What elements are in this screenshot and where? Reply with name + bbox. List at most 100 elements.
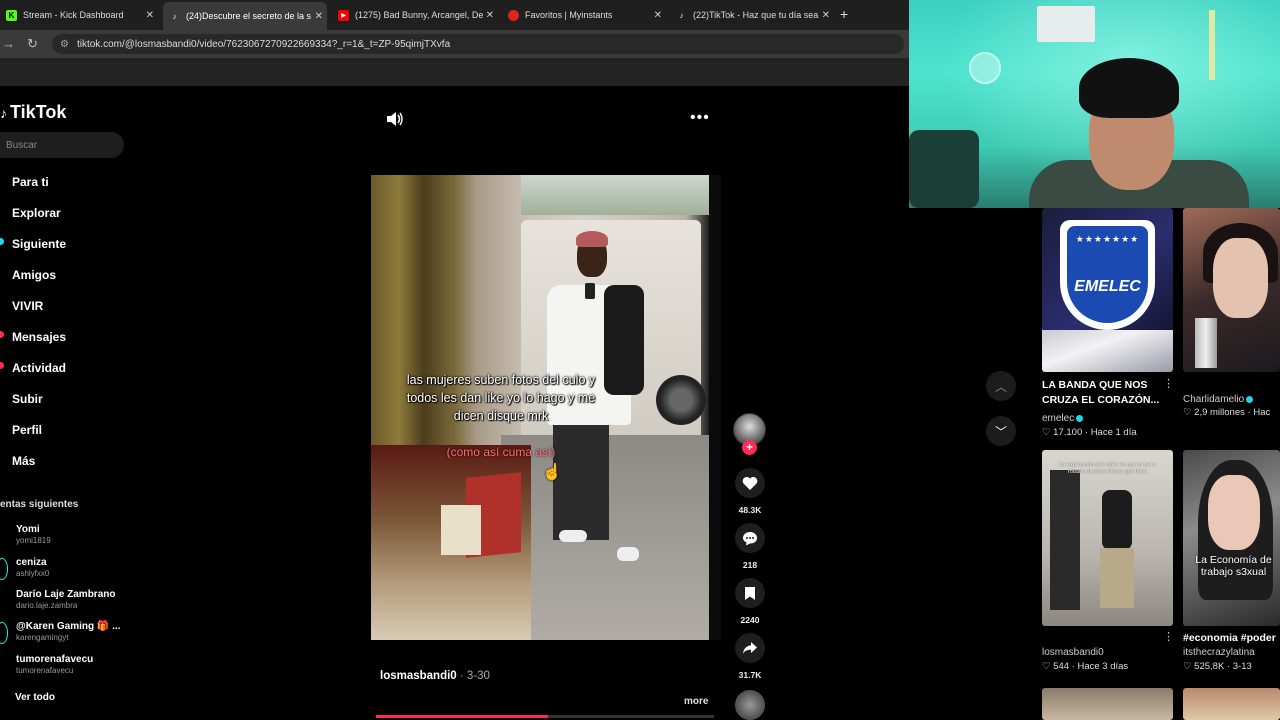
card-time: Hace 3 días [1077, 661, 1129, 672]
more-link[interactable]: more [684, 696, 708, 707]
sidebar-item-actividad[interactable]: Actividad [12, 361, 66, 375]
video-caption-highlight: (como así cuma así) [446, 445, 556, 459]
sidebar-item-siguiente[interactable]: Siguiente [12, 237, 66, 251]
video-author-name[interactable]: losmasbandi0 [380, 670, 457, 682]
sidebar-item-para-ti[interactable]: Para ti [12, 175, 49, 189]
save-count: 2240 [740, 615, 760, 625]
close-icon[interactable]: ✕ [486, 10, 494, 21]
webcam-wall-clock [969, 52, 1001, 84]
thumb-person [1102, 490, 1132, 550]
feed-card-author[interactable]: losmasbandi0 [1042, 647, 1104, 658]
follow-plus-button[interactable]: + [742, 440, 757, 455]
sound-avatar[interactable] [735, 690, 765, 720]
browser-tab-kick[interactable]: K Stream - Kick Dashboard ✕ [0, 4, 158, 26]
feed-card-author[interactable]: Charlidamelio [1183, 394, 1254, 405]
feed-card-thumbnail[interactable] [1183, 208, 1280, 372]
sidebar-item-más[interactable]: Más [12, 454, 35, 468]
sidebar-item-vivir[interactable]: VIVIR [12, 299, 43, 313]
volume-icon[interactable] [386, 111, 404, 127]
following-account-item[interactable]: @Karen Gaming 🎁 ... karengamingyt [16, 621, 120, 642]
feed-card-meta: ♡ 2,9 millones · Hac [1183, 407, 1271, 418]
sidebar-item-mensajes[interactable]: Mensajes [12, 330, 66, 344]
feed-card-meta: ♡ 17.100 · Hace 1 día [1042, 427, 1137, 438]
feed-card-meta: ♡ 525,8K · 3-13 [1183, 661, 1252, 672]
video-progress-bar[interactable] [376, 715, 714, 718]
sidebar-item-explorar[interactable]: Explorar [12, 206, 61, 220]
card-more-icon[interactable]: ⋮ [1163, 377, 1174, 390]
notification-dot-icon [0, 331, 4, 338]
close-icon[interactable]: ✕ [654, 10, 662, 21]
video-bg-gift-box [441, 505, 481, 555]
thumb-jersey-stripe [1042, 330, 1173, 372]
site-info-icon[interactable]: ⚙ [60, 39, 69, 50]
reload-icon[interactable]: ↻ [27, 36, 38, 52]
following-account-item[interactable]: tumorenafavecu tumorenafavecu [16, 654, 93, 675]
new-tab-button[interactable]: + [840, 6, 848, 22]
card-likes: 17.100 [1053, 427, 1083, 438]
sidebar-item-amigos[interactable]: Amigos [12, 268, 56, 282]
close-icon[interactable]: ✕ [315, 11, 323, 22]
tiktok-logo[interactable]: ♪ TikTok [0, 102, 66, 123]
feed-card-thumbnail[interactable]: La explicación del video en que la fue a… [1042, 450, 1173, 626]
account-handle: ashlyfxx0 [16, 569, 50, 578]
live-ring-avatar [0, 558, 8, 580]
account-name: Yomi [16, 524, 40, 535]
following-account-item[interactable]: Darío Laje Zambrano dario.laje.zambra [16, 589, 115, 610]
following-account-item[interactable]: Yomi yomi1819 [16, 524, 51, 545]
thumb-stars: ★★★★★★★ [1075, 234, 1140, 244]
webcam-person-hair [1079, 58, 1179, 118]
close-icon[interactable]: ✕ [822, 10, 830, 21]
sidebar-item-perfil[interactable]: Perfil [12, 423, 42, 437]
card-more-icon[interactable]: ⋮ [1163, 630, 1174, 643]
more-options-icon[interactable]: ••• [690, 109, 710, 127]
comment-button[interactable] [735, 523, 765, 553]
video-person-shoe [559, 530, 587, 542]
logo-text: TikTok [10, 102, 67, 122]
feed-card-title[interactable]: #economia #poder [1183, 631, 1280, 646]
feed-card-title[interactable]: LA BANDA QUE NOS CRUZA EL CORAZÓN... [1042, 378, 1167, 410]
feed-card-thumbnail[interactable] [1183, 688, 1280, 720]
search-input[interactable]: Buscar [0, 132, 124, 158]
feed-card-thumbnail[interactable] [1042, 688, 1173, 720]
following-account-item[interactable]: ceniza ashlyfxx0 [16, 557, 49, 578]
url-field[interactable]: ⚙ tiktok.com/@losmasbandi0/video/7623067… [52, 34, 904, 54]
feed-card-author[interactable]: itsthecrazylatina [1183, 647, 1255, 658]
account-name: @Karen Gaming 🎁 ... [16, 621, 121, 632]
previous-video-button[interactable]: ︿ [986, 371, 1016, 401]
next-video-button[interactable]: ﹀ [986, 416, 1016, 446]
sidebar-item-subir[interactable]: Subir [12, 392, 43, 406]
share-button[interactable] [735, 633, 765, 663]
feed-card-author[interactable]: emelec [1042, 413, 1084, 424]
card-author-name: losmasbandi0 [1042, 647, 1104, 658]
heart-outline-icon: ♡ [1183, 407, 1192, 418]
video-caption: las mujeres suben fotos del culo y todos… [406, 373, 596, 423]
share-count: 31.7K [738, 670, 762, 680]
thumb-text: La explicación del video en que la fue a… [1059, 462, 1156, 475]
verified-icon [1076, 414, 1084, 422]
card-time: Hace 1 día [1090, 427, 1137, 438]
like-button[interactable] [735, 468, 765, 498]
thumb-can [1195, 318, 1217, 368]
feed-card-thumbnail[interactable]: ★★★★★★★ EMELEC [1042, 208, 1173, 372]
mouse-cursor-icon: ☝ [542, 464, 562, 481]
browser-tab-tiktok-active[interactable]: ♪ (24)Descubre el secreto de la s ✕ [163, 2, 327, 30]
card-likes: 525,8K [1194, 661, 1225, 672]
bookmarks-strip [0, 58, 909, 86]
account-name: ceniza [16, 557, 47, 568]
video-author-line: losmasbandi0 · 3-30 [380, 670, 490, 682]
video-progress-fill [376, 715, 549, 718]
thumb-face [1208, 475, 1260, 550]
browser-tab-myinstants[interactable]: Favoritos | Myinstants ✕ [502, 4, 666, 26]
see-all-link[interactable]: Ver todo [15, 692, 55, 703]
account-handle: yomi1819 [16, 536, 51, 545]
feed-card-meta: ♡ 544 · Hace 3 días [1042, 661, 1129, 672]
video-frame[interactable]: las mujeres suben fotos del culo y todos… [371, 175, 721, 640]
feed-card-thumbnail[interactable]: La Economía de trabajo s3xual [1183, 450, 1280, 626]
save-button[interactable] [735, 578, 765, 608]
close-icon[interactable]: ✕ [146, 10, 154, 21]
address-bar-row: → ↻ ⚙ tiktok.com/@losmasbandi0/video/762… [0, 30, 909, 58]
video-person-shoe [617, 547, 639, 561]
forward-arrow-icon[interactable]: → [2, 36, 15, 51]
browser-tab-youtube[interactable]: ▶ (1275) Bad Bunny, Arcangel, De ✕ [332, 4, 498, 26]
browser-tab-tiktok[interactable]: ♪ (22)TikTok - Haz que tu día sea ✕ [670, 4, 834, 26]
